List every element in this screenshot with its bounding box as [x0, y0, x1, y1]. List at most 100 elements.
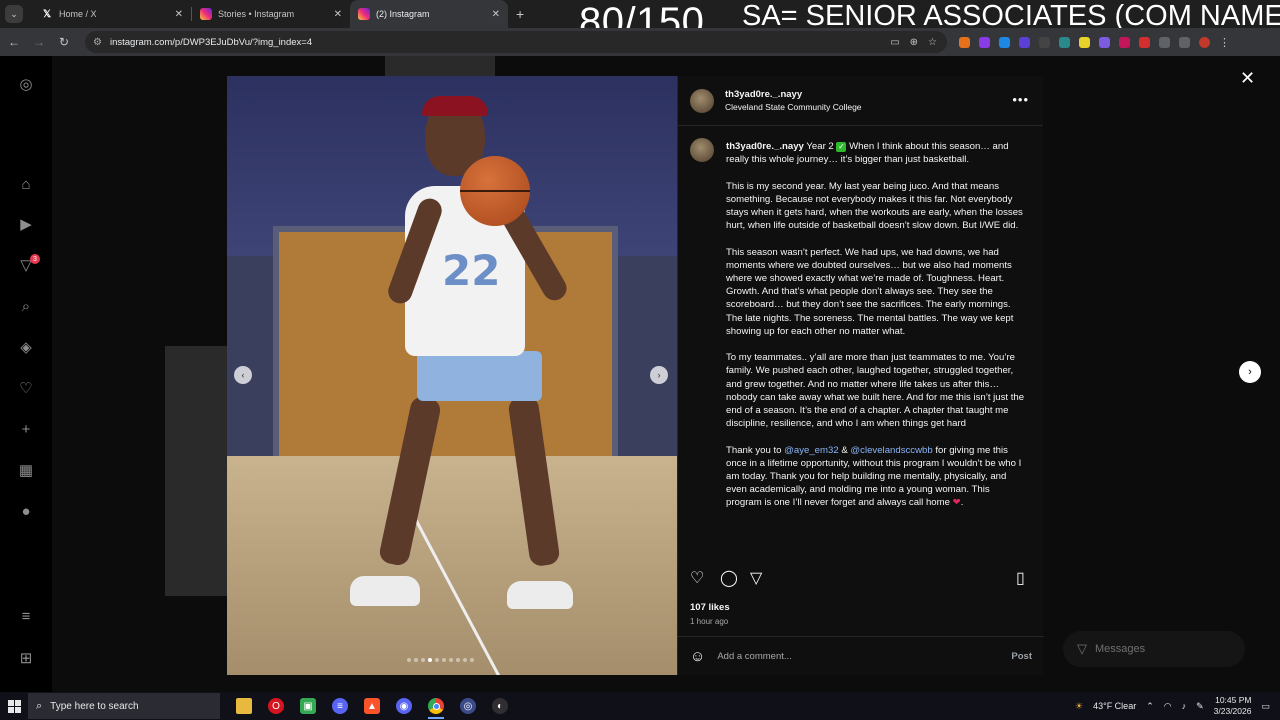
menu-icon[interactable]: ≡ [16, 606, 36, 626]
post-location[interactable]: Cleveland State Community College [725, 102, 862, 112]
more-options-icon[interactable]: ••• [1012, 92, 1029, 107]
dashboard-icon[interactable]: ▦ [16, 460, 36, 480]
windows-taskbar: ⌕ Type here to search O ▣ ≡ ▲ ◉ ◎ ◐ ☀ 43… [0, 692, 1280, 720]
mention-link[interactable]: @aye_em32 [784, 445, 839, 456]
reading-list-icon[interactable] [1179, 36, 1190, 48]
post-detail-panel: th3yad0re._.nayy Cleveland State Communi… [677, 76, 1044, 675]
discord-icon[interactable]: ◉ [388, 692, 420, 720]
reels-icon[interactable]: ▶ [16, 214, 36, 234]
background-post-thumbnail [385, 56, 495, 76]
next-slide-button[interactable]: › [650, 366, 668, 384]
post-comment-button[interactable]: Post [1011, 651, 1032, 662]
app-icon[interactable]: ◎ [452, 692, 484, 720]
previous-slide-button[interactable]: ‹ [234, 366, 252, 384]
file-explorer-icon[interactable] [228, 692, 260, 720]
search-icon[interactable]: ⌕ [16, 296, 36, 316]
like-heart-icon[interactable]: ♡ [690, 568, 704, 588]
heart-icon[interactable]: ♡ [16, 378, 36, 398]
extension-icon[interactable] [979, 36, 990, 48]
puzzle-icon[interactable] [1159, 36, 1170, 48]
profile-icon[interactable]: ● [16, 501, 36, 521]
messages-icon: ▽ [1077, 641, 1087, 656]
chrome-icon[interactable] [420, 692, 452, 720]
instagram-icon [200, 8, 212, 20]
extension-icon[interactable] [999, 36, 1010, 48]
messages-pill[interactable]: ▽ Messages [1063, 631, 1245, 667]
tab-close-icon[interactable]: ✕ [334, 9, 342, 20]
player-headband [422, 96, 488, 116]
zoom-icon[interactable]: ⊕ [910, 37, 918, 48]
bookmark-star-icon[interactable]: ☆ [928, 37, 937, 48]
tab-stories-instagram[interactable]: Stories • Instagram ✕ [192, 0, 350, 28]
create-icon[interactable]: + [16, 419, 36, 439]
site-info-icon[interactable]: ⚙ [93, 37, 102, 48]
emoji-icon[interactable]: ☺ [690, 648, 705, 665]
instagram-logo-icon[interactable]: ◎ [16, 74, 36, 94]
opera-icon[interactable]: O [260, 692, 292, 720]
caption-username[interactable]: th3yad0re._.nayy [726, 141, 804, 152]
slide-dot [421, 658, 425, 662]
author-username[interactable]: th3yad0re._.nayy [725, 89, 862, 100]
new-tab-button[interactable]: + [516, 6, 524, 22]
explore-icon[interactable]: ◈ [16, 337, 36, 357]
mention-link[interactable]: @clevelandsccwbb [850, 445, 932, 456]
profile-avatar[interactable] [1199, 36, 1210, 48]
tab-home-x[interactable]: 𝕏 Home / X ✕ [33, 0, 191, 28]
post-header: th3yad0re._.nayy Cleveland State Communi… [678, 76, 1043, 126]
url-actions: ▭ ⊕ ☆ [890, 37, 947, 48]
extension-icon[interactable] [1039, 36, 1050, 48]
notification-badge: 3 [30, 254, 40, 264]
back-arrow-icon[interactable]: ← [3, 35, 25, 49]
avatar[interactable] [690, 138, 714, 162]
tab-close-icon[interactable]: ✕ [175, 9, 183, 20]
chrome-menu-icon[interactable]: ⋮ [1219, 36, 1230, 49]
slide-dot [449, 658, 453, 662]
forward-arrow-icon[interactable]: → [28, 35, 50, 49]
extension-icon[interactable] [1099, 36, 1110, 48]
obs-icon[interactable]: ◐ [484, 692, 516, 720]
clock-date: 3/23/2026 [1213, 706, 1252, 716]
more-apps-icon[interactable]: ⊞ [16, 648, 36, 668]
avatar[interactable] [690, 88, 714, 113]
start-button[interactable] [0, 692, 28, 720]
tab-close-icon[interactable]: ✕ [492, 9, 500, 20]
taskbar-search[interactable]: ⌕ Type here to search [28, 693, 220, 719]
app-icon[interactable]: ≡ [324, 692, 356, 720]
save-bookmark-icon[interactable]: ▯ [1016, 568, 1025, 588]
check-emoji-icon: ✓ [836, 142, 847, 152]
extension-icon[interactable] [1059, 36, 1070, 48]
next-post-button[interactable]: › [1239, 361, 1261, 383]
comment-icon[interactable]: ◯ [720, 568, 738, 588]
comment-input[interactable]: Add a comment... [717, 651, 1011, 662]
pen-icon[interactable]: ✎ [1196, 701, 1204, 712]
extension-icon[interactable] [1139, 36, 1150, 48]
notifications-icon[interactable]: ▭ [1261, 701, 1270, 712]
post-image[interactable]: 22 ‹ › [227, 76, 677, 675]
brave-icon[interactable]: ▲ [356, 692, 388, 720]
extension-icon[interactable] [1079, 36, 1090, 48]
volume-icon[interactable]: ♪ [1182, 701, 1187, 711]
tab-instagram-active[interactable]: (2) Instagram ✕ [350, 0, 508, 28]
share-icon[interactable]: ▽ [750, 568, 762, 588]
caption-paragraph: This season wasn’t perfect. We had ups, … [726, 246, 1014, 337]
wifi-icon[interactable]: ◠ [1164, 701, 1172, 712]
tray-chevron-icon[interactable]: ⌃ [1146, 701, 1154, 712]
close-icon[interactable]: ✕ [1240, 68, 1255, 89]
vpn-lock-icon[interactable]: ▣ [292, 692, 324, 720]
reload-icon[interactable]: ↻ [53, 35, 75, 49]
extension-icon[interactable] [959, 36, 970, 48]
post-timestamp: 1 hour ago [690, 617, 729, 626]
weather-text[interactable]: 43°F Clear [1093, 701, 1136, 711]
weather-icon: ☀ [1075, 700, 1084, 711]
clock[interactable]: 10:45 PM 3/23/2026 [1214, 695, 1252, 717]
extension-icon[interactable] [1019, 36, 1030, 48]
home-icon[interactable]: ⌂ [16, 174, 36, 194]
slide-dot [435, 658, 439, 662]
tab-search-button[interactable]: ⌄ [5, 5, 23, 23]
slide-dot [442, 658, 446, 662]
url-field[interactable]: ⚙ instagram.com/p/DWP3EJuDbVu/?img_index… [85, 31, 947, 53]
extension-icon[interactable] [1119, 36, 1130, 48]
cast-icon[interactable]: ▭ [890, 37, 899, 48]
like-count[interactable]: 107 likes [690, 602, 730, 613]
url-text: instagram.com/p/DWP3EJuDbVu/?img_index=4 [109, 36, 313, 48]
